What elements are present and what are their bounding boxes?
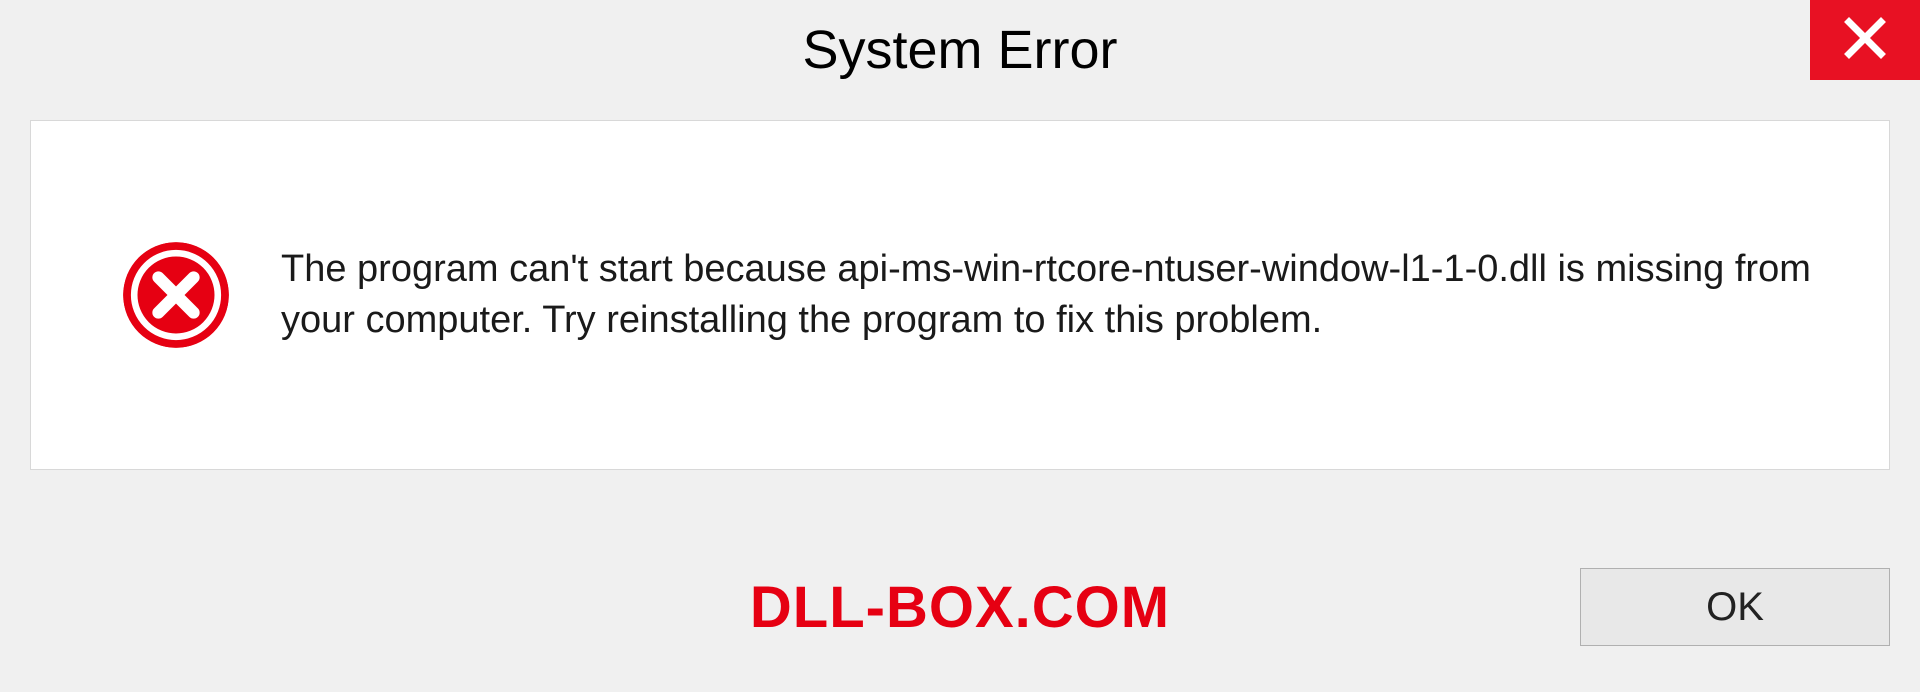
titlebar: System Error [0, 0, 1920, 100]
content-panel: The program can't start because api-ms-w… [30, 120, 1890, 470]
ok-button-label: OK [1706, 585, 1764, 630]
watermark-text: DLL-BOX.COM [750, 574, 1170, 641]
dialog-title: System Error [802, 19, 1117, 81]
error-icon [121, 240, 231, 350]
ok-button[interactable]: OK [1580, 568, 1890, 646]
footer: DLL-BOX.COM OK [30, 552, 1890, 662]
error-message: The program can't start because api-ms-w… [281, 244, 1829, 347]
close-icon [1843, 16, 1887, 65]
close-button[interactable] [1810, 0, 1920, 80]
